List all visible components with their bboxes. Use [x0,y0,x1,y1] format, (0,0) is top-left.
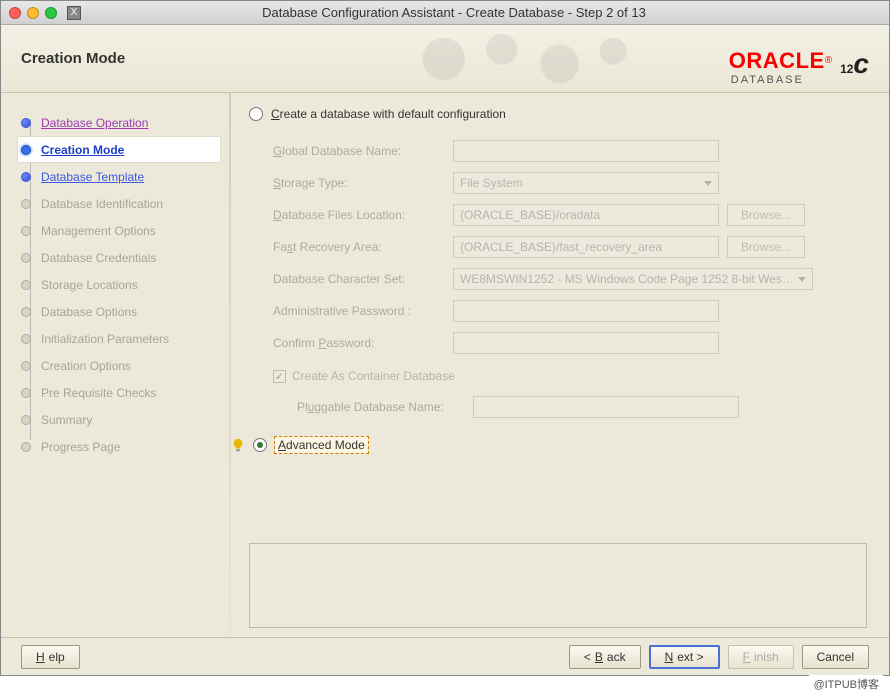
finish-button: Finish [728,645,794,669]
sidebar-step: Pre Requisite Checks [21,379,221,406]
brand-logo: ORACLE® DATABASE 12c [729,39,869,83]
browse-db-files-button: Browse... [727,204,805,226]
fast-recovery-label: Fast Recovery Area: [273,240,453,254]
step-bullet-icon [21,334,31,344]
storage-type-value: File System [460,176,523,190]
app-icon: X [67,6,81,20]
footer: Help < Back Next > Finish Cancel [1,637,889,675]
step-label: Creation Options [41,359,131,373]
default-config-form: Global Database Name: Storage Type: File… [273,135,867,423]
description-box [249,543,867,628]
titlebar: X Database Configuration Assistant - Cre… [1,1,889,25]
charset-value: WE8MSWIN1252 - MS Windows Code Page 1252… [460,272,794,286]
step-bullet-icon [21,388,31,398]
decorative-gears [401,30,651,91]
step-label: Storage Locations [41,278,138,292]
zoom-icon[interactable] [45,7,57,19]
step-bullet-icon [21,442,31,452]
sidebar-step: Database Credentials [21,244,221,271]
storage-type-select: File System [453,172,719,194]
step-bullet-icon [21,145,31,155]
confirm-password-field [453,332,719,354]
global-db-name-field [453,140,719,162]
fast-recovery-field [453,236,719,258]
step-bullet-icon [21,226,31,236]
step-bullet-icon [21,118,31,128]
step-label: Database Credentials [41,251,156,265]
step-label: Initialization Parameters [41,332,169,346]
chevron-down-icon [704,181,712,186]
brand-subtext: DATABASE [731,74,804,86]
sidebar-step: Creation Options [21,352,221,379]
step-label: Database Options [41,305,137,319]
step-label: Pre Requisite Checks [41,386,156,400]
step-bullet-icon [21,415,31,425]
minimize-icon[interactable] [27,7,39,19]
radio-default-label: Create a database with default configura… [271,107,506,121]
cancel-button[interactable]: Cancel [802,645,869,669]
step-label: Summary [41,413,92,427]
step-label: Management Options [41,224,156,238]
sidebar-step: Progress Page [21,433,221,460]
pluggable-db-field [473,396,739,418]
lightbulb-icon [231,438,245,452]
storage-type-label: Storage Type: [273,176,453,190]
admin-password-label: Administrative Password : [273,304,453,318]
header: Creation Mode ORACLE® DATABASE 12c [1,25,889,93]
admin-password-field [453,300,719,322]
main-panel: Create a database with default configura… [231,93,889,638]
step-label: Creation Mode [41,143,124,157]
window-title: Database Configuration Assistant - Creat… [87,5,821,20]
global-db-name-label: Global Database Name: [273,144,453,158]
pluggable-db-label: Pluggable Database Name: [297,400,473,414]
radio-advanced-mode[interactable]: Advanced Mode [231,437,867,453]
db-files-location-field [453,204,719,226]
radio-advanced-label: Advanced Mode [275,437,368,453]
radio-icon [249,107,263,121]
next-button[interactable]: Next > [649,645,720,669]
step-label: Database Operation [41,116,148,130]
step-bullet-icon [21,280,31,290]
browse-fast-recovery-button: Browse... [727,236,805,258]
page-title: Creation Mode [21,50,125,67]
db-files-location-label: Database Files Location: [273,208,453,222]
app-window: X Database Configuration Assistant - Cre… [0,0,890,676]
radio-icon [253,438,267,452]
step-label: Database Identification [41,197,163,211]
step-bullet-icon [21,172,31,182]
sidebar-step[interactable]: Database Operation [21,109,221,136]
container-db-label: Create As Container Database [292,369,455,383]
chevron-down-icon [798,277,806,282]
sidebar-step: Database Options [21,298,221,325]
window-controls [9,7,57,19]
body: Database Operation Creation Mode Database … [1,93,889,638]
brand-text: ORACLE [729,48,825,73]
sidebar-step: Management Options [21,217,221,244]
step-bullet-icon [21,253,31,263]
checkbox-icon: ✓ [273,370,286,383]
sidebar-step: Storage Locations [21,271,221,298]
sidebar-step: Initialization Parameters [21,325,221,352]
help-button[interactable]: Help [21,645,80,669]
step-bullet-icon [21,199,31,209]
container-db-checkbox: ✓ Create As Container Database [273,369,867,383]
step-bullet-icon [21,307,31,317]
sidebar: Database Operation Creation Mode Database … [1,93,229,638]
radio-default-config[interactable]: Create a database with default configura… [249,107,867,121]
charset-label: Database Character Set: [273,272,453,286]
step-label: Database Template [41,170,144,184]
sidebar-step: Summary [21,406,221,433]
close-icon[interactable] [9,7,21,19]
brand-version: 12c [840,39,869,83]
sidebar-step: Creation Mode [17,136,221,163]
watermark: @ITPUB博客 [809,675,883,693]
confirm-password-label: Confirm Password: [273,336,453,350]
sidebar-step: Database Identification [21,190,221,217]
steps-list: Database Operation Creation Mode Database … [21,109,221,460]
step-bullet-icon [21,361,31,371]
step-label: Progress Page [41,440,120,454]
sidebar-step[interactable]: Database Template [21,163,221,190]
back-button[interactable]: < Back [569,645,641,669]
charset-select: WE8MSWIN1252 - MS Windows Code Page 1252… [453,268,813,290]
